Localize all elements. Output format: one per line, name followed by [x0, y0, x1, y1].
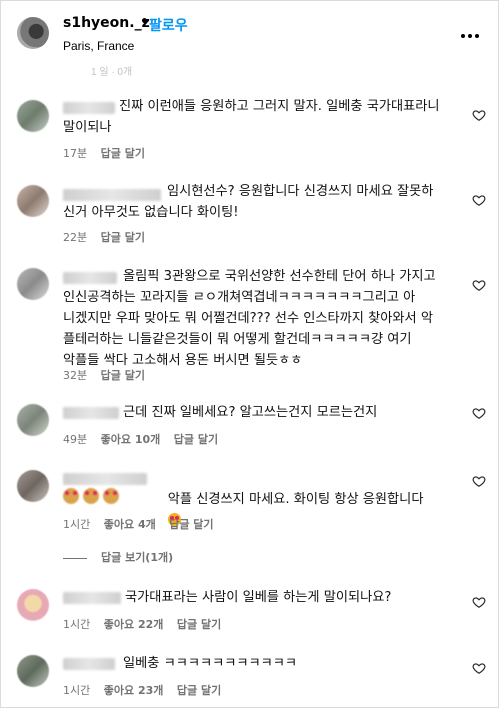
blurred-emoji-icon [103, 488, 119, 504]
blurred-emoji-row [63, 487, 123, 506]
comment-time: 1시간 [63, 618, 91, 631]
comment-meta: 17분 답글 달기 [63, 145, 155, 161]
avatar[interactable] [17, 589, 49, 621]
comment-text: 임시현선수? 응원합니다 신경쓰지 마세요 잘못하 신거 아무것도 없습니다 화… [63, 184, 434, 220]
heart-icon[interactable] [472, 193, 486, 207]
heart-icon[interactable] [472, 661, 486, 675]
blurred-username [63, 473, 147, 485]
comment-text: 근데 진짜 일베세요? 알고쓰는건지 모르는건지 [123, 405, 378, 420]
comment-meta: 1시간 좋아요 4개 답글 달기 [63, 516, 224, 532]
reply-button[interactable]: 답글 달기 [177, 618, 221, 631]
like-count[interactable]: 좋아요 22개 [104, 618, 164, 631]
comment-meta: 32분 답글 달기 [63, 367, 155, 383]
like-count[interactable]: 좋아요 10개 [101, 433, 161, 446]
location[interactable]: Paris, France [63, 39, 134, 53]
heart-icon[interactable] [472, 406, 486, 420]
comment-time: 1시간 [63, 684, 91, 697]
username[interactable]: s1hyeon._z [63, 15, 150, 31]
blurred-emoji-icon [83, 488, 99, 504]
comment-time: 49분 [63, 433, 88, 446]
comment-meta: 1시간 좋아요 23개 답글 달기 [63, 682, 231, 698]
reply-button[interactable]: 답글 달기 [101, 369, 145, 382]
separator-dot: • [140, 14, 149, 30]
avatar[interactable] [17, 185, 49, 217]
reply-button[interactable]: 답글 달기 [101, 147, 145, 160]
reply-button[interactable]: 답글 달기 [177, 684, 221, 697]
comment-time: 17분 [63, 147, 88, 160]
avatar[interactable] [17, 404, 49, 436]
view-replies-label: 답글 보기(1개) [101, 551, 174, 564]
view-replies-button[interactable]: 답글 보기(1개) [63, 549, 173, 565]
like-count[interactable]: 좋아요 4개 [104, 518, 156, 531]
comment-text: 일베충 ㅋㅋㅋㅋㅋㅋㅋㅋㅋㅋㅋ [123, 656, 298, 671]
comment-time: 22분 [63, 231, 88, 244]
avatar[interactable] [17, 100, 49, 132]
comment-meta: 22분 답글 달기 [63, 229, 155, 245]
avatar[interactable] [17, 17, 49, 49]
comment-text: 진짜 이런애들 응원하고 그러지 말자. 일베충 국가대표라니 말이되나 [63, 99, 440, 135]
avatar[interactable] [17, 655, 49, 687]
follow-button[interactable]: 팔로우 [149, 15, 188, 35]
reply-button[interactable]: 답글 달기 [169, 518, 213, 531]
heart-icon[interactable] [472, 595, 486, 609]
comment-meta: 49분 좋아요 10개 답글 달기 [63, 431, 228, 447]
comment-meta: 1시간 좋아요 22개 답글 달기 [63, 616, 231, 632]
comment-text-content: 악플 신경쓰지 마세요. 화이팅 항상 응원합니다 [167, 492, 424, 507]
blurred-username [63, 592, 121, 604]
blurred-username [63, 407, 119, 419]
reply-button[interactable]: 답글 달기 [101, 231, 145, 244]
reply-button[interactable]: 답글 달기 [174, 433, 218, 446]
post-header: s1hyeon._z • 팔로우 Paris, France [1, 1, 498, 61]
comment-text: 올림픽 3관왕으로 국위선양한 선수한테 단어 하나 가지고 인신공격하는 꼬라… [63, 269, 436, 368]
comment-text: 악플 신경쓰지 마세요. 화이팅 항상 응원합니다 [151, 468, 423, 552]
previous-meta-cut: 1 일 · 0개 [91, 67, 133, 78]
avatar[interactable] [17, 470, 49, 502]
more-horizontal-icon[interactable] [461, 23, 483, 39]
divider-line [63, 557, 87, 559]
avatar[interactable] [17, 268, 49, 300]
comment-text: 국가대표라는 사람이 일베를 하는게 말이되나요? [125, 590, 392, 605]
comment-time: 1시간 [63, 518, 91, 531]
blurred-username [63, 658, 115, 670]
blurred-emoji-icon [63, 488, 79, 504]
heart-icon[interactable] [472, 108, 486, 122]
heart-icon[interactable] [472, 474, 486, 488]
like-count[interactable]: 좋아요 23개 [104, 684, 164, 697]
comment-time: 32분 [63, 369, 88, 382]
heart-icon[interactable] [472, 278, 486, 292]
